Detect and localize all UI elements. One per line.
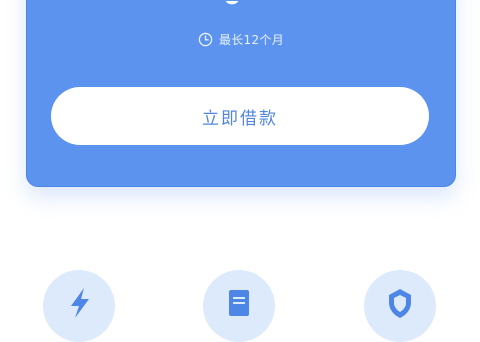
loan-card: 0 最长12个月 立即借款	[26, 0, 456, 187]
shield-icon	[389, 289, 411, 318]
loan-amount-text: 0	[223, 1, 241, 8]
quick-entry-3[interactable]	[364, 270, 436, 342]
loan-amount: 0	[223, 1, 245, 8]
clock-icon	[198, 32, 213, 47]
loan-term-row: 最长12个月	[27, 31, 455, 48]
document-icon	[229, 290, 249, 316]
quick-entry-1[interactable]	[43, 270, 115, 342]
quick-entry-2[interactable]	[203, 270, 275, 342]
borrow-now-button[interactable]: 立即借款	[51, 87, 429, 145]
lightning-icon	[71, 288, 89, 318]
loan-term-text: 最长12个月	[218, 33, 285, 47]
